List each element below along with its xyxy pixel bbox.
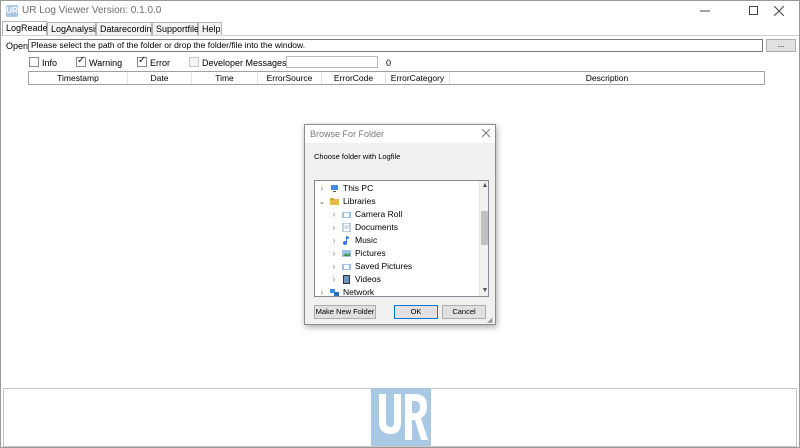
chevron-right-icon[interactable]: › xyxy=(330,221,338,234)
chevron-right-icon[interactable]: › xyxy=(330,234,338,247)
app-window: UR UR Log Viewer Version: 0.1.0.0 LogRea… xyxy=(0,0,800,448)
libraries-folder-icon xyxy=(330,198,339,205)
tree-item-label: Documents xyxy=(355,222,398,232)
dialog-prompt: Choose folder with Logfile xyxy=(314,152,401,161)
window-title: UR Log Viewer Version: 0.1.0.0 xyxy=(22,5,162,16)
column-date[interactable]: Date xyxy=(128,72,192,84)
tree-item-pictures[interactable]: › Pictures xyxy=(315,247,479,260)
minimize-button[interactable] xyxy=(686,1,724,21)
dialog-title: Browse For Folder xyxy=(310,129,385,139)
tree-item-network[interactable]: › Network xyxy=(315,286,479,297)
browse-button[interactable]: ... xyxy=(766,39,796,52)
tab-help[interactable]: Help xyxy=(198,22,222,36)
tree-item-this-pc[interactable]: › This PC xyxy=(315,182,479,195)
ok-button[interactable]: OK xyxy=(394,305,438,319)
tree-item-label: Libraries xyxy=(343,196,376,206)
close-icon xyxy=(481,128,491,138)
info-checkbox[interactable] xyxy=(29,57,39,67)
videos-icon xyxy=(343,275,350,284)
checkmark-icon: ✓ xyxy=(138,55,147,66)
tree-item-libraries[interactable]: ⌄ Libraries xyxy=(315,195,479,208)
minimize-icon xyxy=(700,10,710,12)
error-label: Error xyxy=(150,58,170,68)
column-errorsource[interactable]: ErrorSource xyxy=(258,72,322,84)
tab-logreader[interactable]: LogReader xyxy=(2,21,51,36)
library-icon xyxy=(342,212,351,218)
documents-icon xyxy=(342,223,351,232)
warning-checkbox[interactable]: ✓ xyxy=(76,55,86,67)
ur-app-icon: UR xyxy=(6,5,18,17)
tree-item-music[interactable]: › Music xyxy=(315,234,479,247)
warning-label: Warning xyxy=(89,58,123,68)
chevron-right-icon[interactable]: › xyxy=(330,247,338,260)
info-label: Info xyxy=(42,58,58,68)
tree-item-camera-roll[interactable]: › Camera Roll xyxy=(315,208,479,221)
open-label: Open xyxy=(6,41,29,51)
resize-grip-icon[interactable]: ◢ xyxy=(487,317,495,325)
pictures-icon xyxy=(342,250,351,257)
cancel-button[interactable]: Cancel xyxy=(442,305,486,319)
library-icon xyxy=(342,264,351,270)
chevron-right-icon[interactable]: › xyxy=(318,182,326,195)
close-button[interactable] xyxy=(760,1,798,21)
column-errorcategory[interactable]: ErrorCategory xyxy=(386,72,450,84)
tab-loganalysis[interactable]: LogAnalysis xyxy=(47,22,100,36)
title-bar: UR UR Log Viewer Version: 0.1.0.0 xyxy=(1,1,799,21)
error-checkbox[interactable]: ✓ xyxy=(137,55,147,67)
column-description[interactable]: Description xyxy=(450,72,764,84)
tree-item-documents[interactable]: › Documents xyxy=(315,221,479,234)
tab-divider xyxy=(1,35,799,36)
folder-tree[interactable]: › This PC ⌄ Libraries › Camera Roll › Do… xyxy=(314,180,489,297)
path-input[interactable]: Please select the path of the folder or … xyxy=(28,39,763,52)
tree-item-label: This PC xyxy=(343,183,374,193)
chevron-down-icon[interactable]: ⌄ xyxy=(318,195,326,208)
browse-folder-dialog: Browse For Folder Choose folder with Log… xyxy=(304,124,496,325)
tree-item-label: Network xyxy=(343,287,375,297)
make-new-folder-button[interactable]: Make New Folder xyxy=(314,305,376,319)
column-time[interactable]: Time xyxy=(192,72,258,84)
tree-scrollbar[interactable]: ▲ ▼ xyxy=(479,181,488,296)
scroll-down-icon[interactable]: ▼ xyxy=(480,286,488,296)
dialog-close-button[interactable] xyxy=(479,127,493,141)
tab-datarecording[interactable]: Datarecording xyxy=(96,22,157,36)
tree-item-saved-pictures[interactable]: › Saved Pictures xyxy=(315,260,479,273)
music-icon xyxy=(343,236,350,245)
chevron-right-icon[interactable]: › xyxy=(330,273,338,286)
message-count: 0 xyxy=(386,58,392,68)
dialog-title-bar: Browse For Folder xyxy=(305,125,495,143)
column-timestamp[interactable]: Timestamp xyxy=(29,72,128,84)
column-errorcode[interactable]: ErrorCode xyxy=(322,72,386,84)
chevron-right-icon[interactable]: › xyxy=(330,208,338,221)
chevron-right-icon[interactable]: › xyxy=(318,286,326,296)
scroll-up-icon[interactable]: ▲ xyxy=(480,181,488,191)
scrollbar-thumb[interactable] xyxy=(481,211,488,245)
computer-icon xyxy=(331,185,338,192)
network-icon xyxy=(330,289,339,296)
tree-item-label: Videos xyxy=(355,274,381,284)
tree-item-label: Music xyxy=(355,235,378,245)
chevron-right-icon[interactable]: › xyxy=(330,260,338,273)
tree-item-label: Camera Roll xyxy=(355,209,403,219)
tree-item-label: Pictures xyxy=(355,248,386,258)
log-table-header: Timestamp Date Time ErrorSource ErrorCod… xyxy=(28,71,765,85)
tree-item-videos[interactable]: › Videos xyxy=(315,273,479,286)
maximize-icon xyxy=(748,6,758,15)
tab-supportfile[interactable]: Supportfile xyxy=(152,22,199,36)
checkmark-icon: ✓ xyxy=(77,55,86,66)
developer-messages-checkbox[interactable] xyxy=(189,57,199,67)
ur-logo-icon xyxy=(371,388,431,446)
tree-item-label: Saved Pictures xyxy=(355,261,413,271)
developer-filter-input[interactable] xyxy=(286,56,378,68)
developer-messages-label: Developer Messages xyxy=(202,58,287,68)
close-icon xyxy=(773,5,785,17)
